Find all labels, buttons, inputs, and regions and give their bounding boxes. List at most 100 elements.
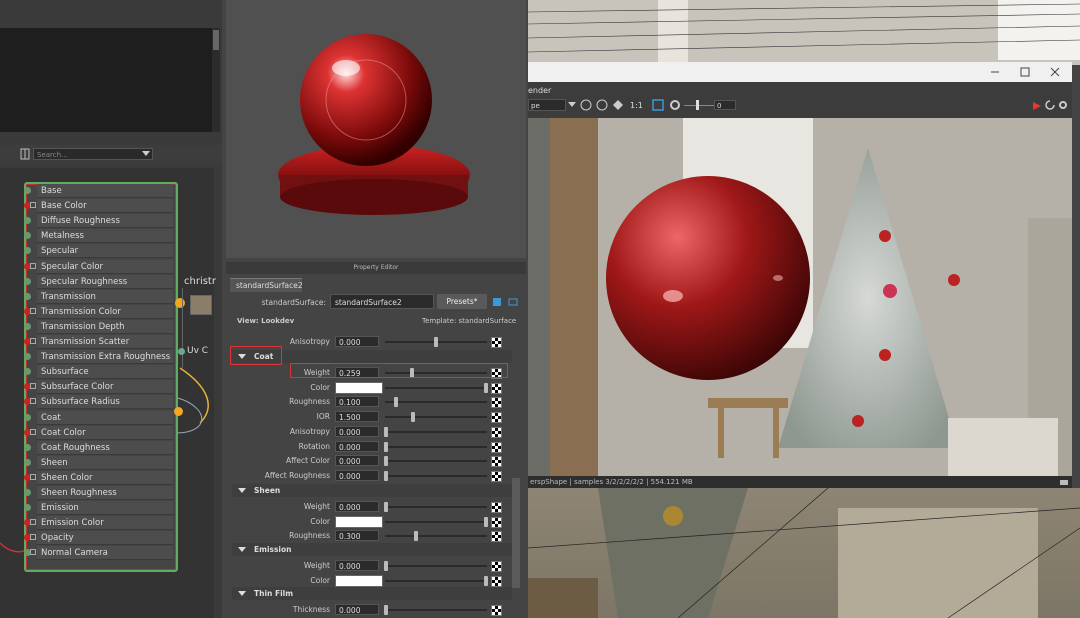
slider-knob[interactable] <box>384 426 388 437</box>
node-attribute-row[interactable]: Coat <box>24 410 173 425</box>
node-attribute-row[interactable]: Subsurface Radius <box>24 395 173 410</box>
map-button-icon[interactable] <box>491 605 502 616</box>
input-port[interactable] <box>24 353 31 361</box>
node-attribute-row[interactable]: Transmission Depth <box>24 319 173 334</box>
map-button-icon[interactable] <box>491 516 502 528</box>
attr-value-field[interactable]: 0.000 <box>335 501 379 512</box>
attr-slider[interactable] <box>385 445 487 448</box>
texture-node[interactable] <box>182 288 223 368</box>
attr-value-field[interactable]: 0.000 <box>335 425 379 437</box>
expand-icon[interactable] <box>30 383 36 390</box>
input-port[interactable] <box>24 504 31 512</box>
slider-knob[interactable] <box>696 100 699 110</box>
input-port[interactable] <box>24 232 31 240</box>
map-button-icon[interactable] <box>491 561 502 572</box>
tab-standard-surface[interactable]: standardSurface2 <box>230 278 303 292</box>
node-attribute-row[interactable]: Transmission Scatter <box>24 335 173 349</box>
node-attribute-row[interactable]: Subsurface Color <box>24 380 173 395</box>
node-search-input[interactable]: Search... <box>33 148 153 160</box>
map-button-icon[interactable] <box>491 575 502 587</box>
render-icon[interactable] <box>1032 101 1042 111</box>
collapse-icon[interactable] <box>238 547 246 552</box>
viewport-bottom[interactable] <box>528 488 1080 618</box>
expand-icon[interactable] <box>30 534 36 541</box>
slider-knob[interactable] <box>384 441 388 452</box>
expand-icon[interactable] <box>30 262 36 269</box>
expand-icon[interactable] <box>30 473 36 480</box>
expand-icon[interactable] <box>30 307 36 314</box>
viewport-top[interactable] <box>527 0 1080 65</box>
node-attribute-row[interactable]: Specular <box>24 244 173 259</box>
input-port[interactable] <box>24 322 31 330</box>
node-attribute-row[interactable]: Opacity <box>24 531 173 546</box>
expand-icon[interactable] <box>30 338 36 344</box>
attr-slider[interactable] <box>385 535 487 538</box>
attr-value-field[interactable]: 0.000 <box>335 455 379 467</box>
color-swatch[interactable] <box>335 574 383 587</box>
attr-value-field[interactable]: 0.100 <box>335 396 379 408</box>
node-attribute-row[interactable]: Emission <box>24 501 173 516</box>
input-port[interactable] <box>24 413 31 421</box>
node-attribute-row[interactable]: Specular Color <box>24 259 173 274</box>
attr-slider[interactable] <box>385 474 487 477</box>
slider-knob[interactable] <box>384 561 388 571</box>
attr-value-field[interactable]: 0.000 <box>335 560 379 571</box>
section-header-emission[interactable]: Emission <box>232 543 512 556</box>
expand-icon[interactable] <box>30 428 36 435</box>
node-output-scrollbar[interactable] <box>212 28 220 132</box>
map-button-icon[interactable] <box>491 441 502 453</box>
node-attribute-row[interactable]: Diffuse Roughness <box>24 214 173 229</box>
map-button-icon[interactable] <box>491 397 502 409</box>
attr-slider[interactable] <box>385 609 487 611</box>
node-attribute-row[interactable]: Sheen <box>24 455 173 470</box>
attr-slider[interactable] <box>385 520 487 523</box>
property-editor-scrollbar[interactable] <box>512 478 520 588</box>
collapse-icon[interactable] <box>238 591 246 596</box>
input-port[interactable] <box>24 217 31 225</box>
exposure-slider[interactable] <box>684 105 714 106</box>
material-preview[interactable] <box>226 0 526 258</box>
chevron-down-icon[interactable] <box>568 102 576 108</box>
map-button-icon[interactable] <box>491 426 502 438</box>
node-attribute-row[interactable]: Subsurface <box>24 365 173 380</box>
slider-knob[interactable] <box>384 502 388 512</box>
attr-value-field[interactable]: 0.000 <box>335 469 379 481</box>
map-button-icon[interactable] <box>491 337 502 348</box>
color-wheel-icon[interactable] <box>612 99 624 111</box>
map-button-icon[interactable] <box>491 456 502 468</box>
expand-icon[interactable] <box>30 202 36 209</box>
slider-knob[interactable] <box>411 412 415 423</box>
node-attribute-row[interactable]: Transmission Extra Roughness <box>24 350 173 365</box>
node-attribute-row[interactable]: Metalness <box>24 229 173 244</box>
input-port[interactable] <box>24 187 31 194</box>
node-attribute-row[interactable]: Coat Color <box>24 425 173 440</box>
attr-slider[interactable] <box>385 386 487 389</box>
expand-icon[interactable] <box>30 519 36 526</box>
input-port[interactable] <box>24 247 31 255</box>
attr-value-field[interactable]: 0.300 <box>335 530 379 542</box>
input-port[interactable] <box>24 292 31 300</box>
scrollbar-thumb[interactable] <box>213 30 219 50</box>
presets-button[interactable]: Presets* <box>437 294 487 309</box>
slider-knob[interactable] <box>484 382 488 393</box>
map-button-icon[interactable] <box>491 470 502 482</box>
refresh-icon[interactable] <box>1045 100 1056 111</box>
map-button-icon[interactable] <box>491 502 502 513</box>
slider-knob[interactable] <box>484 575 488 586</box>
node-attribute-row[interactable]: Coat Roughness <box>24 440 173 455</box>
node-attribute-row[interactable]: Sheen Color <box>24 470 173 485</box>
attr-value-field[interactable]: 0.000 <box>335 440 379 452</box>
node-attribute-row[interactable]: Transmission <box>24 289 173 304</box>
slider-knob[interactable] <box>384 456 388 467</box>
node-attribute-row[interactable]: Sheen Roughness <box>24 486 173 500</box>
attr-slider[interactable] <box>385 565 487 567</box>
chevron-down-icon[interactable] <box>142 151 150 157</box>
camera-icon[interactable] <box>1059 478 1069 486</box>
color-swatch[interactable] <box>335 515 383 528</box>
attr-slider[interactable] <box>385 416 487 419</box>
attr-slider[interactable] <box>385 579 487 582</box>
gear-icon[interactable] <box>669 99 681 111</box>
ratio-label[interactable]: 1:1 <box>630 101 643 110</box>
slider-knob[interactable] <box>384 470 388 481</box>
minimize-icon[interactable] <box>990 67 1000 77</box>
